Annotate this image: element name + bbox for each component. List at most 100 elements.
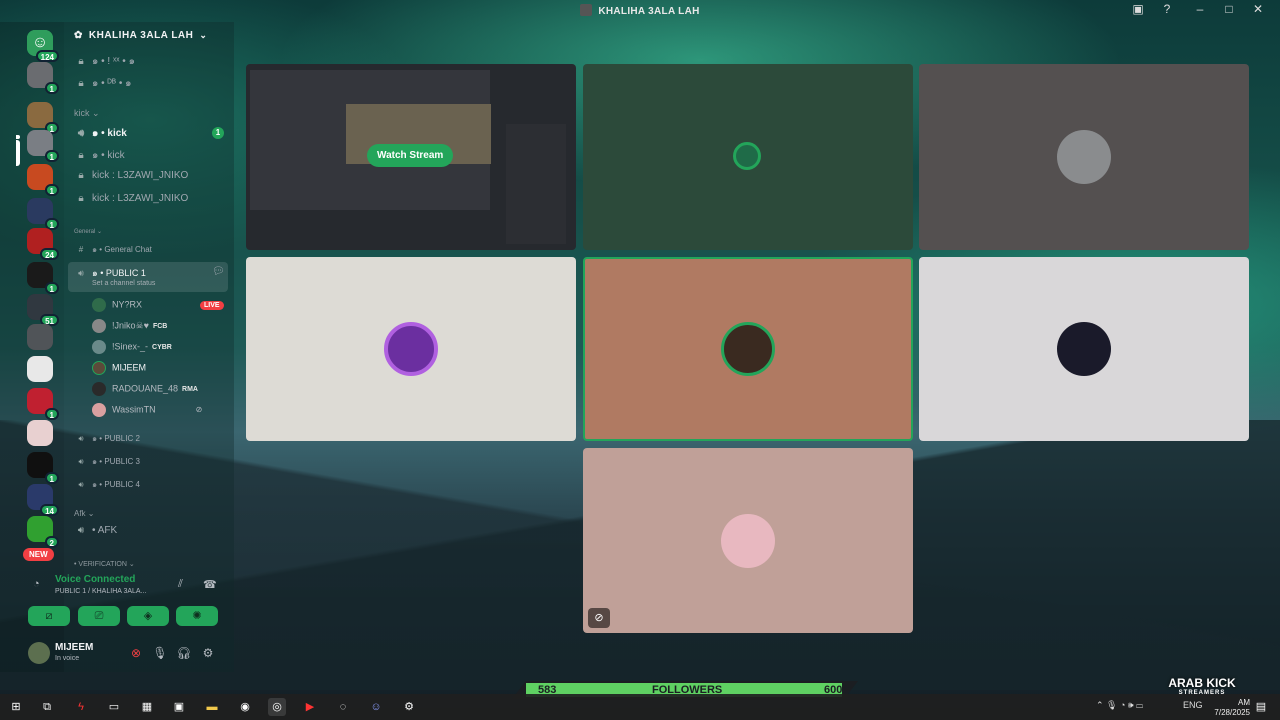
server-icon-active[interactable]: 1 xyxy=(27,130,59,162)
server-icon[interactable]: 14 xyxy=(27,484,59,516)
app-icon[interactable]: ▭ xyxy=(105,698,123,716)
avatar xyxy=(721,322,775,376)
participant-tile[interactable] xyxy=(919,257,1249,441)
participant-tile[interactable] xyxy=(919,64,1249,250)
chat-bubble-icon[interactable]: 💬︎ xyxy=(212,266,225,284)
app-icon[interactable]: ◌ xyxy=(334,698,352,716)
server-icon[interactable] xyxy=(27,324,53,350)
clock[interactable]: AM 7/28/2025 xyxy=(1214,698,1250,718)
app-icon[interactable]: ▣ xyxy=(170,698,188,716)
server-icon[interactable]: 2 xyxy=(27,516,59,548)
camera-button[interactable]: ⧄ xyxy=(28,606,70,626)
title-bar: KHALIHA 3ALA LAH ▣ ? – □ ✕ xyxy=(0,0,1280,22)
server-icon[interactable]: 1 xyxy=(27,452,59,484)
voice-user[interactable]: NY?RX LIVE xyxy=(92,298,224,316)
server-icon[interactable]: 1 xyxy=(27,62,59,94)
server-icon[interactable]: 1 xyxy=(27,262,59,294)
channel-item-general-chat[interactable]: #๑ • General Chat xyxy=(74,243,152,261)
server-icon[interactable] xyxy=(27,356,53,382)
participant-tile[interactable] xyxy=(246,257,576,441)
game-icon[interactable]: ⊗ xyxy=(128,646,144,660)
channel-item-public2[interactable]: 🔊︎ ๑ • PUBLIC 2 xyxy=(74,432,139,450)
server-icon[interactable]: 1 xyxy=(27,198,59,230)
noise-suppression-icon[interactable]: ⫽ xyxy=(178,578,183,591)
category-verification[interactable]: • VERIFICATION ⌄ xyxy=(74,560,135,568)
help-icon[interactable]: ? xyxy=(1157,2,1177,16)
activities-button[interactable]: ◈ xyxy=(127,606,169,626)
avatar xyxy=(92,361,106,375)
settings-icon[interactable]: ⚙ xyxy=(200,646,216,660)
discord-icon[interactable]: ☺ xyxy=(367,698,385,716)
channel-status[interactable]: Set a channel status xyxy=(92,280,155,287)
channel-item[interactable]: 🔒︎ kick : L3ZAWI_JNIKO xyxy=(74,170,188,188)
server-icon[interactable]: 1 xyxy=(27,102,59,134)
participant-tile-speaking[interactable] xyxy=(583,257,913,441)
youtube-icon[interactable]: ▶ xyxy=(301,698,319,716)
stream-icon xyxy=(733,142,761,170)
voice-user[interactable]: !Sinex-_- CYBR xyxy=(92,340,172,358)
chrome-icon[interactable]: ◉ xyxy=(236,698,254,716)
steam-icon[interactable]: ⚙ xyxy=(400,698,418,716)
participant-tile[interactable] xyxy=(583,64,913,250)
tray-icons[interactable]: ⌃ 🎙︎ ◔ 🕪︎ ▭ xyxy=(1096,700,1143,711)
voice-user[interactable]: !Jniko☠♥ FCB xyxy=(92,319,167,337)
app-icon xyxy=(580,4,593,16)
close-button[interactable]: ✕ xyxy=(1248,2,1268,16)
calculator-icon[interactable]: ▦ xyxy=(138,698,156,716)
home-button[interactable]: ☺ 124 xyxy=(27,30,59,62)
voice-user[interactable]: WassimTN ⊘ xyxy=(92,403,202,421)
server-icon[interactable]: 24 xyxy=(27,228,59,260)
speaker-icon: 🔊︎ xyxy=(78,268,84,278)
mention-badge: 1 xyxy=(44,82,59,94)
channel-item[interactable]: 🔒︎ ๑ • kick xyxy=(74,148,124,166)
channel-item[interactable]: 🔒︎ kick : L3ZAWI_JNIKO xyxy=(74,193,188,211)
channel-item-public4[interactable]: 🔊︎ ๑ • PUBLIC 4 xyxy=(74,478,139,496)
server-icon[interactable]: 51 xyxy=(27,294,59,326)
screen-share-button[interactable]: ⎚ xyxy=(78,606,120,626)
user-tag: CYBR xyxy=(152,344,172,352)
chrome-app-icon-active[interactable]: ◎ xyxy=(268,698,286,716)
maximize-button[interactable]: □ xyxy=(1219,2,1239,16)
category-afk[interactable]: Afk ⌄ xyxy=(74,509,95,518)
mention-badge: 1 xyxy=(44,472,59,484)
user-tag: FCB xyxy=(152,323,168,331)
server-icon[interactable]: 1 xyxy=(27,388,59,420)
inbox-icon[interactable]: ▣ xyxy=(1128,2,1148,16)
task-view-icon[interactable]: ⧉ xyxy=(38,698,56,716)
avatar[interactable] xyxy=(28,642,50,664)
notifications-icon[interactable]: ▤ xyxy=(1252,698,1270,716)
channel-item[interactable]: 🔒︎ ๑ • ᴰᴮ • ๑ xyxy=(74,76,131,94)
participant-tile[interactable]: ⊘ xyxy=(583,448,913,633)
app-icon[interactable]: ϟ xyxy=(72,698,90,716)
microphone-icon[interactable]: 🎙︎ xyxy=(152,646,168,660)
headphones-icon[interactable]: 🎧︎ xyxy=(176,646,192,660)
language-indicator[interactable]: ENG xyxy=(1183,700,1203,710)
windows-start-icon[interactable]: ⊞ xyxy=(7,698,25,716)
watch-stream-button[interactable]: Watch Stream xyxy=(367,144,454,167)
channel-item-public3[interactable]: 🔊︎ ๑ • PUBLIC 3 xyxy=(74,455,139,473)
server-icon[interactable] xyxy=(27,420,53,446)
disconnect-icon[interactable]: ☎ xyxy=(203,578,217,591)
unread-badge: 1 xyxy=(212,127,224,139)
server-header[interactable]: ✿ KHALIHA 3ALA LAH ⌄ xyxy=(74,30,207,41)
channel-item[interactable]: 🔒︎ ๑ • ! ˣˣ • ๑ xyxy=(74,54,135,72)
avatar xyxy=(92,319,106,333)
voice-connected-label: Voice Connected xyxy=(55,574,136,585)
mention-badge: 24 xyxy=(40,248,59,260)
voice-channel-label[interactable]: PUBLIC 1 / KHALIHA 3ALA... xyxy=(55,588,146,595)
server-icon[interactable]: 1 xyxy=(27,164,59,196)
avatar xyxy=(92,340,106,354)
soundboard-button[interactable]: ✺ xyxy=(176,606,218,626)
voice-user[interactable]: RADOUANE_48 RMA xyxy=(92,382,198,400)
voice-user[interactable]: MIJEEM xyxy=(92,361,146,379)
new-badge: NEW xyxy=(23,548,54,561)
lock-icon: 🔒︎ xyxy=(78,78,84,89)
category-general[interactable]: General ⌄ xyxy=(74,228,102,235)
channel-item-afk[interactable]: 🔊︎ • AFK xyxy=(74,525,117,543)
folder-icon[interactable]: ▬ xyxy=(203,698,221,716)
stream-tile[interactable]: Watch Stream xyxy=(246,64,576,250)
channel-item-kick[interactable]: 🔊︎ ๑ • kick xyxy=(74,126,127,144)
minimize-button[interactable]: – xyxy=(1190,2,1210,16)
user-panel: MIJEEM In voice ⊗ 🎙︎ 🎧︎ ⚙ xyxy=(28,640,222,668)
category-kick[interactable]: kick ⌄ xyxy=(74,108,100,119)
